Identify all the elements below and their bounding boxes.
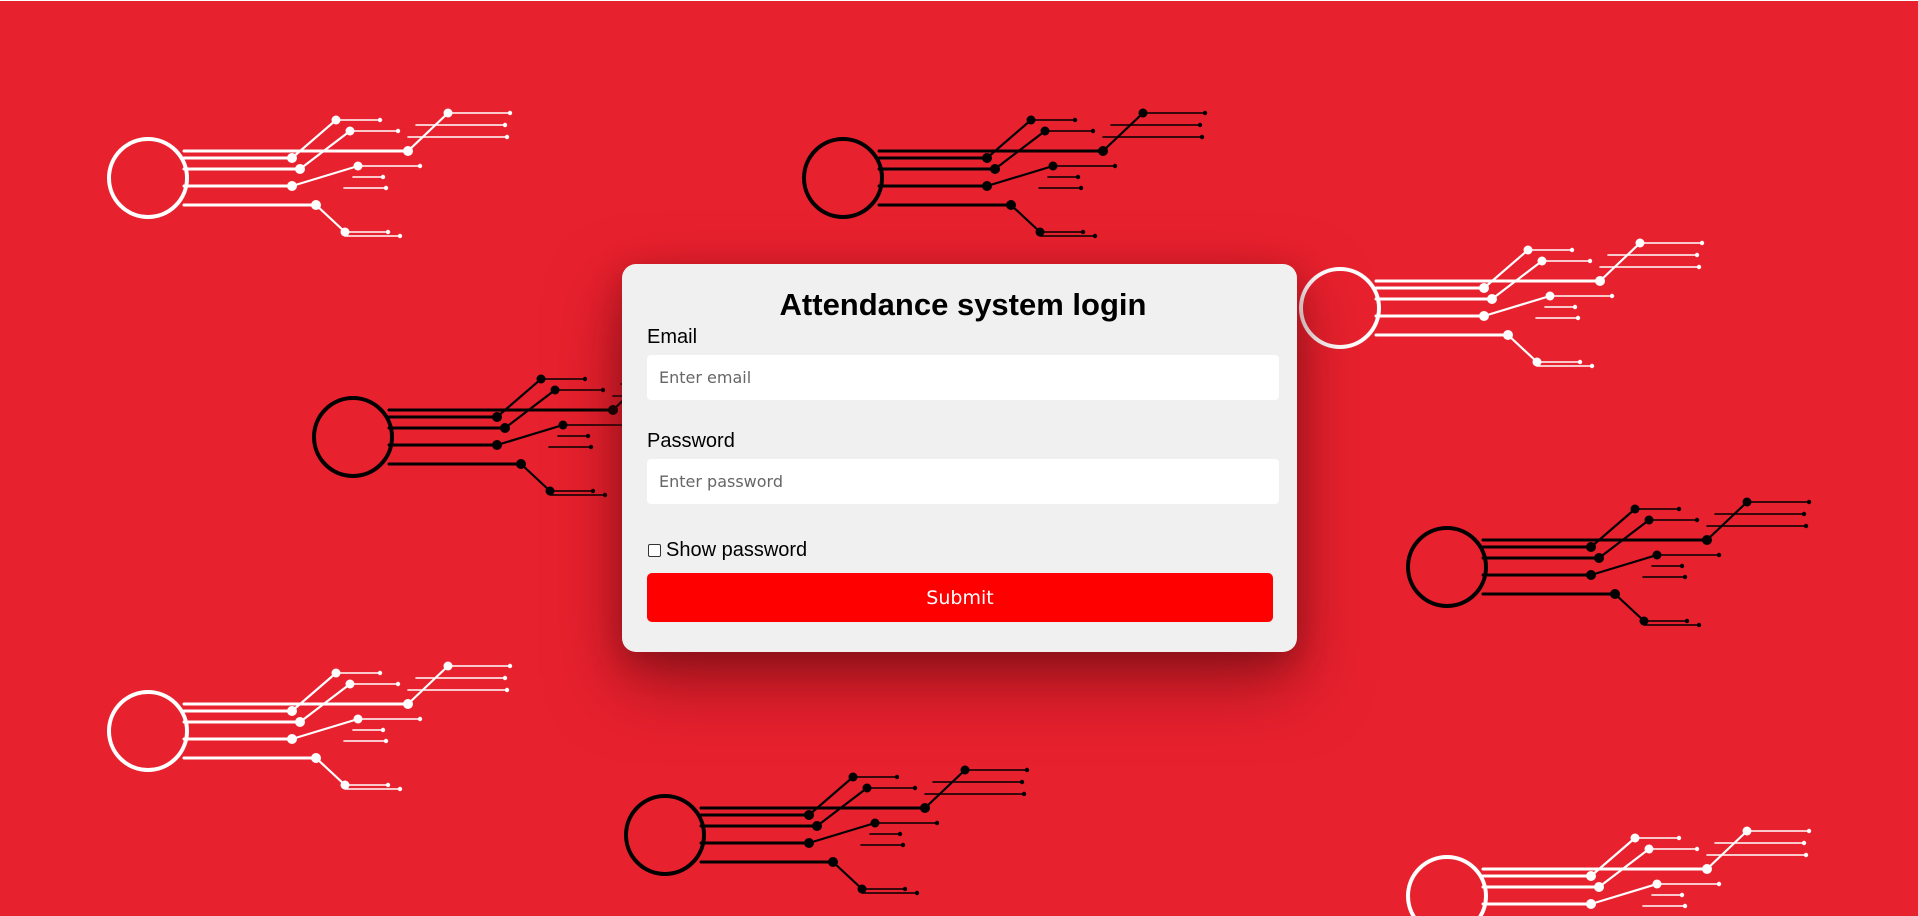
page-title: Attendance system login [779,287,1147,322]
submit-button[interactable]: Submit [647,573,1273,622]
circuit-comet-icon [1406,826,1812,916]
show-password-checkbox[interactable] [648,543,661,557]
circuit-comet-icon [107,661,513,792]
password-input[interactable] [647,459,1279,504]
circuit-comet-icon [1299,238,1705,369]
email-input[interactable] [647,355,1279,400]
circuit-comet-icon [1406,497,1812,628]
password-label: Password [647,430,735,452]
circuit-comet-icon [107,108,513,239]
circuit-comet-icon [802,108,1208,239]
circuit-comet-icon [624,765,1030,896]
show-password-row: Show password [647,538,1279,562]
show-password-label[interactable]: Show password [666,539,807,562]
email-label: Email [647,326,698,348]
login-card: Attendance system login Email Password S… [622,264,1297,652]
